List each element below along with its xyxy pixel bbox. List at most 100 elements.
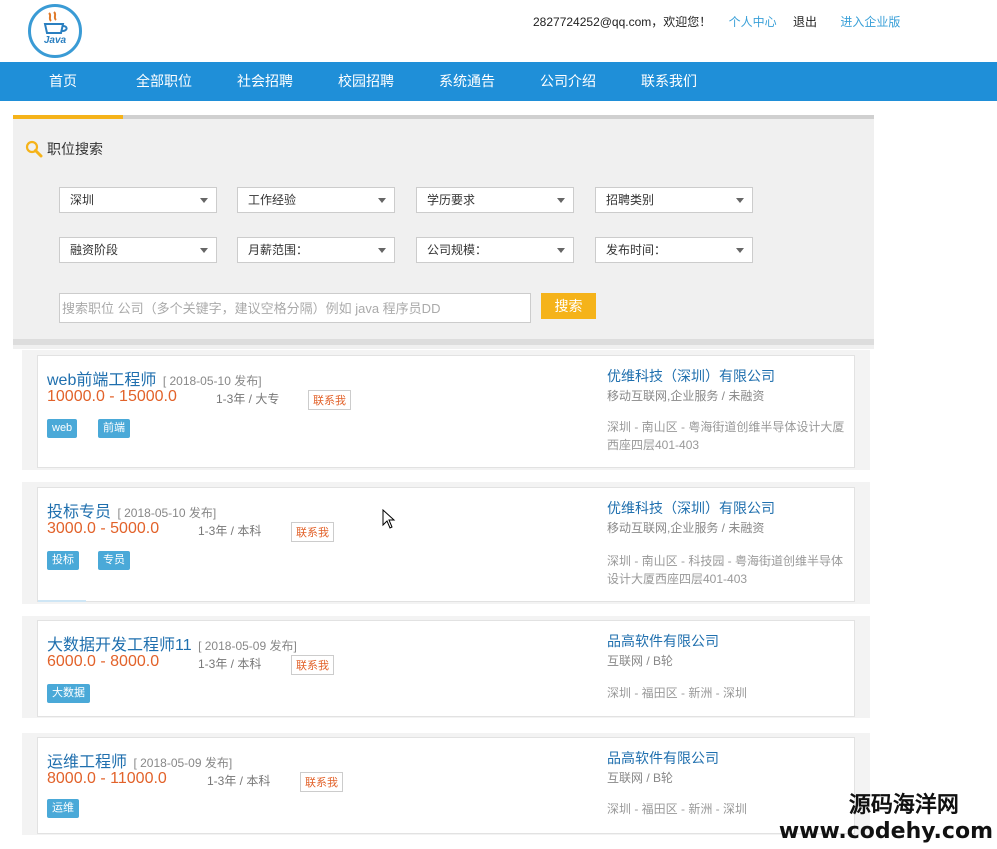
job-tag[interactable]: 专员 — [98, 551, 130, 570]
contact-me-button[interactable]: 联系我 — [291, 655, 334, 675]
company-name-link[interactable]: 优维科技（深圳）有限公司 — [607, 498, 775, 518]
job-tag[interactable]: 投标 — [47, 551, 79, 570]
java-logo[interactable]: Java — [28, 4, 82, 58]
job-list-item: 大数据开发工程师11 [ 2018-05-09 发布] 6000.0 - 800… — [22, 616, 870, 718]
chevron-down-icon — [557, 248, 565, 253]
salary: 8000.0 - 11000.0 — [47, 770, 167, 787]
job-tag[interactable]: 运维 — [47, 799, 79, 818]
experience-education: 1-3年 / 本科 — [207, 774, 271, 788]
job-title: web前端工程师 — [47, 372, 157, 389]
company-industry: 互联网 / B轮 — [607, 771, 674, 785]
job-title: 运维工程师 — [47, 754, 128, 771]
financing-select[interactable]: 融资阶段 — [59, 237, 217, 263]
company-size-select[interactable]: 公司规模： — [416, 237, 574, 263]
select-value: 月薪范围： — [248, 243, 309, 257]
select-value: 公司规模： — [427, 243, 488, 257]
nav-campus-recruit[interactable]: 校园招聘 — [338, 62, 394, 101]
contact-me-button[interactable]: 联系我 — [300, 772, 343, 792]
personal-center-link[interactable]: 个人中心 — [729, 13, 777, 30]
nav-home[interactable]: 首页 — [49, 62, 77, 101]
section-divider — [13, 339, 874, 345]
nav-social-recruit[interactable]: 社会招聘 — [237, 62, 293, 101]
keyword-search-input[interactable] — [59, 293, 531, 323]
salary-select[interactable]: 月薪范围： — [237, 237, 395, 263]
main-nav: 首页 全部职位 社会招聘 校园招聘 系统通告 公司介绍 联系我们 — [0, 62, 997, 101]
select-value: 招聘类别 — [606, 193, 655, 207]
chevron-down-icon — [200, 248, 208, 253]
nav-company-intro[interactable]: 公司介绍 — [540, 62, 596, 101]
chevron-down-icon — [557, 198, 565, 203]
select-value: 融资阶段 — [70, 243, 119, 257]
publish-date: [ 2018-05-10 发布] — [117, 506, 217, 520]
job-title-link[interactable]: 大数据开发工程师11 [ 2018-05-09 发布] — [47, 631, 297, 655]
company-name-link[interactable]: 品高软件有限公司 — [607, 748, 719, 768]
select-value: 学历要求 — [427, 193, 476, 207]
card-accent-line — [38, 600, 86, 602]
logo-text: Java — [43, 35, 67, 46]
publish-date: [ 2018-05-09 发布] — [133, 756, 233, 770]
experience-education: 1-3年 / 本科 — [198, 524, 262, 538]
chevron-down-icon — [736, 198, 744, 203]
publish-date: [ 2018-05-09 发布] — [198, 639, 297, 653]
watermark-line2: www.codehy.com — [778, 819, 993, 844]
salary: 6000.0 - 8000.0 — [47, 653, 160, 670]
experience-education: 1-3年 / 大专 — [216, 392, 280, 406]
chevron-down-icon — [378, 198, 386, 203]
site-header: Java 2827724252@qq.com，欢迎您！ 个人中心 退出 进入企业… — [0, 0, 997, 62]
job-title: 大数据开发工程师11 — [47, 637, 192, 654]
company-industry: 互联网 / B轮 — [607, 654, 674, 668]
coffee-cup-icon — [43, 11, 68, 34]
nav-contact-us[interactable]: 联系我们 — [641, 62, 697, 101]
search-heading: 职位搜索 — [25, 139, 103, 159]
select-value: 深圳 — [70, 193, 95, 207]
salary: 10000.0 - 15000.0 — [47, 388, 177, 405]
company-industry: 移动互联网,企业服务 / 未融资 — [607, 389, 765, 403]
company-address: 深圳 - 福田区 - 新洲 - 深圳 — [607, 686, 747, 700]
job-list-item: web前端工程师 [ 2018-05-10 发布] 10000.0 - 1500… — [22, 350, 870, 470]
job-tag[interactable]: 前端 — [98, 419, 130, 438]
job-title-link[interactable]: 运维工程师 [ 2018-05-09 发布] — [47, 748, 232, 772]
mouse-cursor-icon — [382, 509, 396, 529]
chevron-down-icon — [736, 248, 744, 253]
nav-announcements[interactable]: 系统通告 — [439, 62, 495, 101]
experience-education: 1-3年 / 本科 — [198, 657, 262, 671]
job-title-link[interactable]: web前端工程师 [ 2018-05-10 发布] — [47, 366, 262, 390]
job-card[interactable]: web前端工程师 [ 2018-05-10 发布] 10000.0 - 1500… — [37, 355, 855, 468]
city-select[interactable]: 深圳 — [59, 187, 217, 213]
category-select[interactable]: 招聘类别 — [595, 187, 753, 213]
contact-me-button[interactable]: 联系我 — [308, 390, 351, 410]
chevron-down-icon — [378, 248, 386, 253]
logout-link[interactable]: 退出 — [793, 13, 817, 30]
salary: 3000.0 - 5000.0 — [47, 520, 160, 537]
job-title-link[interactable]: 投标专员 [ 2018-05-10 发布] — [47, 498, 216, 522]
job-card[interactable]: 投标专员 [ 2018-05-10 发布] 3000.0 - 5000.0 1-… — [37, 487, 855, 602]
job-tag[interactable]: 大数据 — [47, 684, 90, 703]
contact-me-button[interactable]: 联系我 — [291, 522, 334, 542]
select-value: 发布时间： — [606, 243, 667, 257]
watermark: 源码海洋网 www.codehy.com — [779, 793, 993, 845]
company-industry: 移动互联网,企业服务 / 未融资 — [607, 521, 765, 535]
chevron-down-icon — [200, 198, 208, 203]
publish-date: [ 2018-05-10 发布] — [162, 374, 262, 388]
experience-select[interactable]: 工作经验 — [237, 187, 395, 213]
education-select[interactable]: 学历要求 — [416, 187, 574, 213]
company-name-link[interactable]: 品高软件有限公司 — [607, 631, 719, 651]
enterprise-link[interactable]: 进入企业版 — [840, 13, 900, 30]
search-title: 职位搜索 — [47, 141, 103, 157]
job-list-item: 运维工程师 [ 2018-05-09 发布] 8000.0 - 11000.0 … — [22, 733, 870, 835]
panel-accent-bar — [13, 115, 123, 119]
search-icon — [25, 140, 43, 158]
publish-time-select[interactable]: 发布时间： — [595, 237, 753, 263]
nav-all-jobs[interactable]: 全部职位 — [136, 62, 192, 101]
job-card[interactable]: 运维工程师 [ 2018-05-09 发布] 8000.0 - 11000.0 … — [37, 737, 855, 834]
welcome-text: ，欢迎您！ — [651, 15, 712, 29]
watermark-line1: 源码海洋网 — [848, 793, 959, 818]
search-button[interactable]: 搜索 — [541, 293, 596, 319]
search-panel: 职位搜索 深圳 工作经验 学历要求 招聘类别 融资阶段 月薪范围： 公司规模： … — [13, 115, 874, 349]
company-address: 深圳 - 南山区 - 粤海街道创维半导体设计大厦西座四层401-403 — [607, 420, 845, 452]
job-tag[interactable]: web — [47, 419, 78, 438]
select-value: 工作经验 — [248, 193, 297, 207]
job-card[interactable]: 大数据开发工程师11 [ 2018-05-09 发布] 6000.0 - 800… — [37, 620, 855, 717]
company-name-link[interactable]: 优维科技（深圳）有限公司 — [607, 366, 775, 386]
job-list-item: 投标专员 [ 2018-05-10 发布] 3000.0 - 5000.0 1-… — [22, 482, 870, 604]
